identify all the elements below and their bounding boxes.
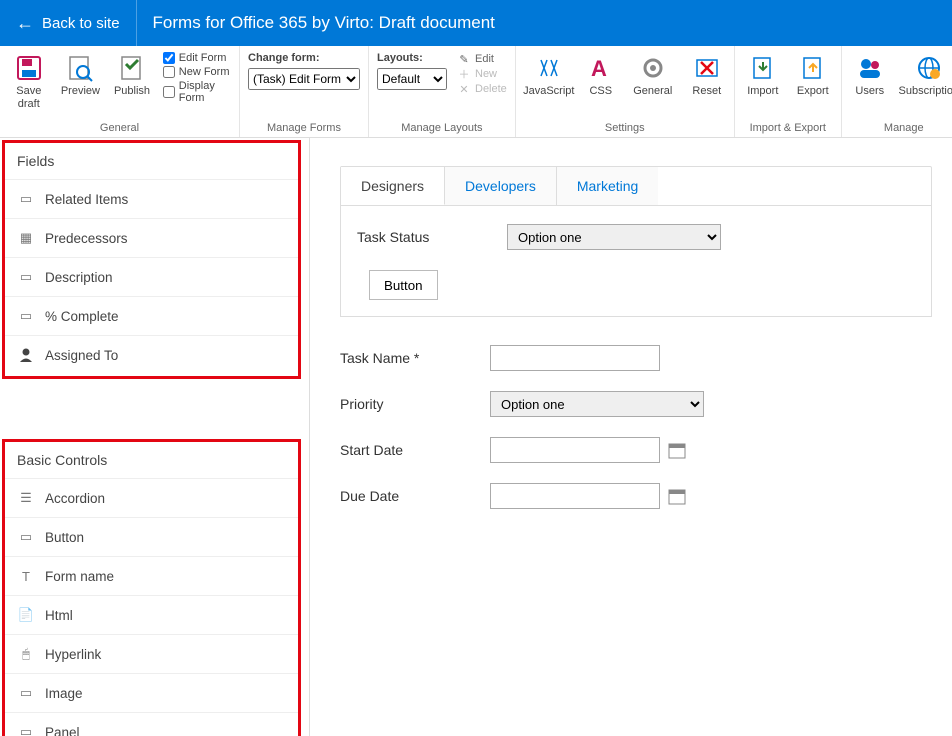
layouts-label: Layouts: xyxy=(377,52,447,64)
person-icon xyxy=(17,346,35,364)
pencil-icon: ✎ xyxy=(457,52,471,66)
css-icon: A xyxy=(585,52,617,84)
field-assigned-to[interactable]: Assigned To xyxy=(5,335,298,374)
priority-select[interactable]: Option one xyxy=(490,391,704,417)
save-draft-button[interactable]: Save draft xyxy=(4,50,54,112)
ribbon-group-label: Settings xyxy=(520,120,730,137)
task-name-input[interactable] xyxy=(490,345,660,371)
control-html[interactable]: 📄Html xyxy=(5,595,298,634)
due-date-label: Due Date xyxy=(340,488,490,504)
preview-icon xyxy=(64,52,96,84)
form-button[interactable]: Button xyxy=(369,270,438,300)
publish-icon xyxy=(116,52,148,84)
due-date-input[interactable] xyxy=(490,483,660,509)
control-accordion[interactable]: ☰Accordion xyxy=(5,478,298,517)
field-description[interactable]: ▭Description xyxy=(5,257,298,296)
tab-developers[interactable]: Developers xyxy=(445,167,557,205)
image-icon: ▭ xyxy=(17,684,35,702)
layout-delete: ✕Delete xyxy=(457,82,507,96)
users-icon xyxy=(854,52,886,84)
publish-button[interactable]: Publish xyxy=(107,50,157,100)
field-icon: ▭ xyxy=(17,268,35,286)
save-icon xyxy=(13,52,45,84)
export-icon xyxy=(797,52,829,84)
text-icon: T xyxy=(17,567,35,585)
calendar-icon[interactable] xyxy=(668,441,686,459)
fields-header: Fields xyxy=(5,143,298,179)
field-percent-complete[interactable]: ▭% Complete xyxy=(5,296,298,335)
control-hyperlink[interactable]: 🖱Hyperlink xyxy=(5,634,298,673)
users-button[interactable]: Users xyxy=(846,50,894,100)
calendar-icon[interactable] xyxy=(668,487,686,505)
layout-new: ＋New xyxy=(457,67,507,81)
ribbon-group-label: Import & Export xyxy=(739,120,837,137)
import-icon xyxy=(747,52,779,84)
basic-controls-panel: Basic Controls ☰Accordion ▭Button TForm … xyxy=(2,439,301,736)
javascript-button[interactable]: JavaScript xyxy=(520,50,578,100)
control-panel[interactable]: ▭Panel xyxy=(5,712,298,736)
field-related-items[interactable]: ▭Related Items xyxy=(5,179,298,218)
back-label: Back to site xyxy=(42,15,120,32)
control-button[interactable]: ▭Button xyxy=(5,517,298,556)
reset-icon xyxy=(691,52,723,84)
subscription-button[interactable]: Subscription xyxy=(896,50,952,100)
change-form-label: Change form: xyxy=(248,52,360,64)
tab-marketing[interactable]: Marketing xyxy=(557,167,658,205)
back-to-site[interactable]: ← Back to site xyxy=(0,0,137,46)
control-image[interactable]: ▭Image xyxy=(5,673,298,712)
link-icon: 🖱 xyxy=(17,645,35,663)
priority-label: Priority xyxy=(340,396,490,412)
gear-icon xyxy=(637,52,669,84)
change-form-select[interactable]: (Task) Edit Form xyxy=(248,68,360,90)
css-button[interactable]: A CSS xyxy=(580,50,622,100)
new-form-checkbox[interactable]: New Form xyxy=(163,66,231,78)
start-date-label: Start Date xyxy=(340,442,490,458)
start-date-input[interactable] xyxy=(490,437,660,463)
layout-edit[interactable]: ✎Edit xyxy=(457,52,507,66)
task-status-select[interactable]: Option one xyxy=(507,224,721,250)
field-icon: ▭ xyxy=(17,190,35,208)
form-canvas: Designers Developers Marketing Task Stat… xyxy=(310,138,952,736)
layouts-select[interactable]: Default xyxy=(377,68,447,90)
edit-form-checkbox[interactable]: Edit Form xyxy=(163,52,231,64)
ribbon-group-label: General xyxy=(4,120,235,137)
arrow-left-icon: ← xyxy=(16,13,34,34)
preview-button[interactable]: Preview xyxy=(56,50,106,100)
fields-panel: Fields ▭Related Items ▦Predecessors ▭Des… xyxy=(2,140,301,379)
globe-icon xyxy=(913,52,945,84)
export-button[interactable]: Export xyxy=(789,50,837,100)
button-icon: ▭ xyxy=(17,528,35,546)
import-button[interactable]: Import xyxy=(739,50,787,100)
field-predecessors[interactable]: ▦Predecessors xyxy=(5,218,298,257)
grid-icon: ▦ xyxy=(17,229,35,247)
panel-icon: ▭ xyxy=(17,723,35,736)
page-title: Forms for Office 365 by Virto: Draft doc… xyxy=(137,13,511,33)
svg-text:A: A xyxy=(591,56,607,81)
html-icon: 📄 xyxy=(17,606,35,624)
reset-button[interactable]: Reset xyxy=(684,50,730,100)
display-form-checkbox[interactable]: Display Form xyxy=(163,80,231,104)
ribbon-group-label: Manage Forms xyxy=(244,120,364,137)
task-status-label: Task Status xyxy=(357,229,507,245)
js-icon xyxy=(533,52,565,84)
tab-designers[interactable]: Designers xyxy=(341,167,445,205)
control-form-name[interactable]: TForm name xyxy=(5,556,298,595)
sidebar[interactable]: Fields ▭Related Items ▦Predecessors ▭Des… xyxy=(0,138,310,736)
plus-icon: ＋ xyxy=(457,67,471,81)
accordion-icon: ☰ xyxy=(17,489,35,507)
x-icon: ✕ xyxy=(457,82,471,96)
ribbon-group-label: Manage Layouts xyxy=(373,120,511,137)
general-settings-button[interactable]: General xyxy=(624,50,682,100)
ribbon-group-label: Manage xyxy=(846,120,952,137)
field-icon: ▭ xyxy=(17,307,35,325)
task-name-label: Task Name * xyxy=(340,350,490,366)
controls-header: Basic Controls xyxy=(5,442,298,478)
tabs: Designers Developers Marketing xyxy=(340,166,932,206)
